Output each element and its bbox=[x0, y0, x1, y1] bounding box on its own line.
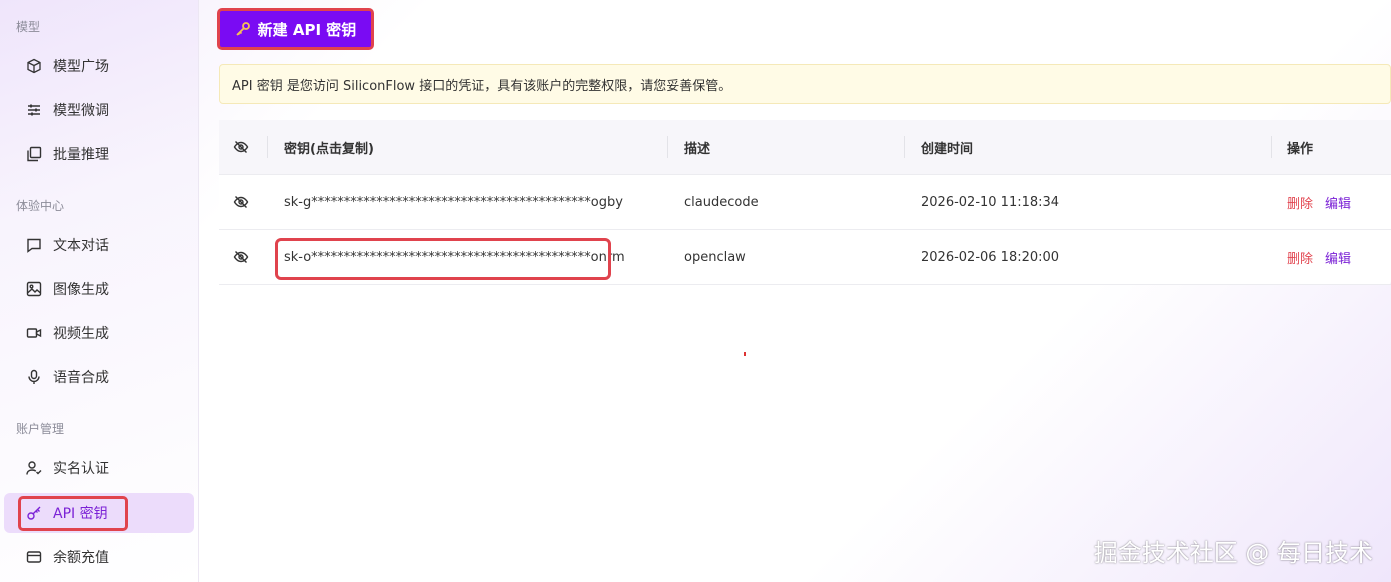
new-api-key-button[interactable]: 新建 API 密钥 bbox=[217, 8, 374, 50]
chat-icon bbox=[27, 238, 41, 253]
sidebar-item-label: 图像生成 bbox=[53, 282, 109, 298]
key-created-time: 2026-02-10 11:18:34 bbox=[921, 194, 1060, 210]
cube-icon bbox=[27, 58, 41, 74]
sidebar-item-image-gen[interactable]: 图像生成 bbox=[4, 269, 194, 309]
row-actions: 删除 编辑 bbox=[1287, 175, 1351, 229]
sidebar: 模型 模型广场 模型微调 批量推理 体验中心 文本对话 图像生成 视频生成 语音… bbox=[0, 0, 199, 582]
delete-button[interactable]: 删除 bbox=[1287, 193, 1313, 212]
sidebar-item-label: 实名认证 bbox=[53, 461, 109, 477]
key-created-time: 2026-02-06 18:20:00 bbox=[921, 249, 1060, 265]
sidebar-item-label: 余额充值 bbox=[53, 550, 109, 566]
edit-button[interactable]: 编辑 bbox=[1325, 193, 1351, 212]
sidebar-item-batch[interactable]: 批量推理 bbox=[4, 134, 194, 174]
mic-icon bbox=[28, 369, 40, 384]
column-header-key: 密钥(点击复制) bbox=[284, 141, 374, 157]
delete-button[interactable]: 删除 bbox=[1287, 248, 1313, 267]
column-divider bbox=[267, 136, 268, 158]
column-header-created: 创建时间 bbox=[921, 141, 974, 157]
edit-button[interactable]: 编辑 bbox=[1325, 248, 1351, 267]
main-content: 新建 API 密钥 API 密钥 是您访问 SiliconFlow 接口的凭证，… bbox=[199, 0, 1391, 582]
table-header: 密钥(点击复制) 描述 创建时间 操作 bbox=[219, 120, 1391, 175]
toggle-key-visibility[interactable] bbox=[233, 175, 249, 229]
toggle-all-visibility[interactable] bbox=[233, 120, 249, 174]
section-title-experience: 体验中心 bbox=[16, 199, 65, 213]
stray-mark bbox=[744, 352, 746, 356]
section-title-model: 模型 bbox=[16, 20, 41, 34]
api-key-value[interactable]: sk-g************************************… bbox=[284, 175, 623, 229]
column-header-actions: 操作 bbox=[1287, 141, 1314, 157]
sidebar-item-label: 视频生成 bbox=[53, 326, 109, 342]
notice-text: API 密钥 是您访问 SiliconFlow 接口的凭证，具有该账户的完整权限… bbox=[232, 78, 732, 94]
key-description: openclaw bbox=[684, 249, 746, 265]
column-header-description: 描述 bbox=[684, 141, 711, 157]
table-row: sk-o************************************… bbox=[219, 230, 1391, 285]
column-divider bbox=[904, 136, 905, 158]
eye-off-icon bbox=[233, 196, 249, 208]
sidebar-item-recharge[interactable]: 余额充值 bbox=[4, 537, 194, 577]
key-icon bbox=[27, 506, 41, 520]
sidebar-item-verification[interactable]: 实名认证 bbox=[4, 448, 194, 488]
watermark: 掘金技术社区 @ 每日技术 bbox=[1093, 539, 1373, 567]
section-title-account: 账户管理 bbox=[16, 422, 65, 436]
column-divider bbox=[667, 136, 668, 158]
warning-notice: API 密钥 是您访问 SiliconFlow 接口的凭证，具有该账户的完整权限… bbox=[219, 64, 1391, 104]
new-api-key-label: 新建 API 密钥 bbox=[257, 20, 357, 39]
sidebar-item-finetune[interactable]: 模型微调 bbox=[4, 90, 194, 130]
sidebar-item-model-plaza[interactable]: 模型广场 bbox=[4, 46, 194, 86]
sliders-icon bbox=[28, 104, 40, 116]
api-keys-table: 密钥(点击复制) 描述 创建时间 操作 sk-g****************… bbox=[219, 120, 1391, 285]
api-key-value[interactable]: sk-o************************************… bbox=[284, 230, 625, 284]
sidebar-item-label: 模型广场 bbox=[53, 59, 109, 75]
sidebar-item-label: 文本对话 bbox=[53, 238, 109, 254]
row-actions: 删除 编辑 bbox=[1287, 230, 1351, 284]
batch-icon bbox=[27, 146, 42, 162]
image-icon bbox=[26, 281, 42, 297]
eye-off-icon bbox=[233, 251, 249, 263]
sidebar-item-label: 模型微调 bbox=[53, 103, 109, 119]
sidebar-item-api-keys[interactable]: API 密钥 bbox=[4, 493, 194, 533]
sidebar-item-label: 批量推理 bbox=[53, 147, 109, 163]
table-row: sk-g************************************… bbox=[219, 175, 1391, 230]
key-description: claudecode bbox=[684, 194, 759, 210]
eye-off-icon bbox=[233, 141, 249, 153]
key-icon bbox=[236, 22, 250, 36]
sidebar-item-video-gen[interactable]: 视频生成 bbox=[4, 313, 194, 353]
sidebar-item-label: API 密钥 bbox=[53, 506, 108, 522]
user-check-icon bbox=[26, 461, 42, 475]
sidebar-item-label: 语音合成 bbox=[53, 370, 109, 386]
wallet-icon bbox=[26, 551, 42, 563]
column-divider bbox=[1271, 136, 1272, 158]
sidebar-item-tts[interactable]: 语音合成 bbox=[4, 357, 194, 397]
sidebar-item-text-chat[interactable]: 文本对话 bbox=[4, 225, 194, 265]
toggle-key-visibility[interactable] bbox=[233, 230, 249, 284]
video-icon bbox=[26, 328, 42, 338]
